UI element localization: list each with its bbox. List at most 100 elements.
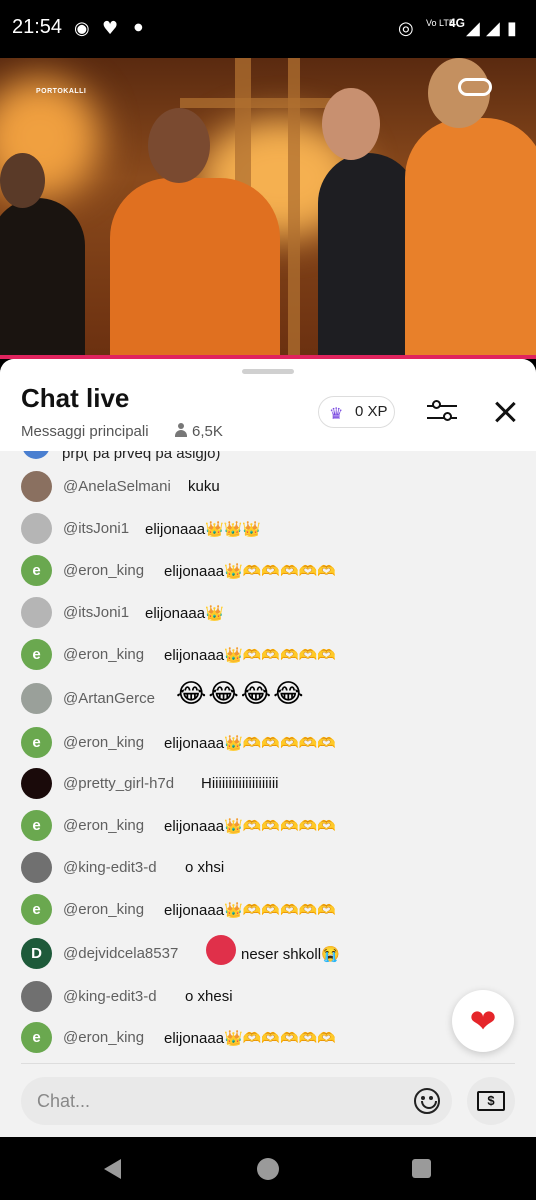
avatar[interactable]: e bbox=[21, 555, 52, 586]
list-item[interactable]: D @dejvidcela8537 neser shkoll😭 bbox=[0, 932, 536, 976]
username[interactable]: @eron_king bbox=[63, 901, 144, 918]
list-item[interactable]: e @eron_king elijonaaa👑🫶🫶🫶🫶🫶 bbox=[0, 723, 536, 763]
avatar[interactable]: e bbox=[21, 727, 52, 758]
message-text: o xhsi bbox=[185, 859, 225, 876]
list-item[interactable]: e @eron_king elijonaaa👑🫶🫶🫶🫶🫶 bbox=[0, 890, 536, 930]
avatar[interactable] bbox=[21, 981, 52, 1012]
username[interactable]: @AnelaSelmani bbox=[63, 478, 171, 495]
person-head bbox=[148, 108, 210, 183]
person-left bbox=[0, 198, 85, 358]
super-chat-button[interactable]: $ bbox=[467, 1077, 515, 1125]
person-head bbox=[0, 153, 45, 208]
dot-icon: ● bbox=[134, 22, 143, 33]
username[interactable]: @pretty_girl-h7d bbox=[63, 775, 174, 792]
chat-header: Chat live Messaggi principali 6,5K ♛ 0 X… bbox=[0, 359, 536, 451]
username[interactable]: @eron_king bbox=[63, 646, 144, 663]
status-bar: 21:54 ◉ ♥ ● ◎ Vo LTE 4G ◢ ◢ ▮ bbox=[0, 0, 536, 58]
username[interactable]: @itsJoni1 bbox=[63, 520, 129, 537]
sticker-icon bbox=[206, 935, 236, 965]
xp-label: 0 XP bbox=[355, 403, 388, 420]
channel-logo: PORTOKALLI bbox=[36, 88, 87, 95]
person-orange bbox=[110, 178, 280, 358]
username[interactable]: @king-edit3-d bbox=[63, 988, 157, 1005]
slider-knob bbox=[432, 400, 441, 409]
list-item[interactable]: @itsJoni1 elijonaaa👑👑👑 bbox=[0, 509, 536, 549]
avatar[interactable]: D bbox=[21, 938, 52, 969]
username[interactable]: @eron_king bbox=[63, 562, 144, 579]
viewer-count-value: 6,5K bbox=[192, 423, 223, 440]
avatar[interactable]: e bbox=[21, 639, 52, 670]
list-item[interactable]: @itsJoni1 elijonaaa👑 bbox=[0, 593, 536, 633]
avatar[interactable] bbox=[21, 768, 52, 799]
messenger-icon: ◉ bbox=[74, 18, 90, 39]
chat-input[interactable] bbox=[37, 1089, 397, 1113]
username[interactable]: @ArtanGerce bbox=[63, 690, 155, 707]
username[interactable]: @dejvidcela8537 bbox=[63, 945, 178, 962]
hotspot-icon: ◎ bbox=[398, 18, 414, 39]
message-text: elijonaaa👑🫶🫶🫶🫶🫶 bbox=[164, 1030, 337, 1047]
signal-icon: ◢ bbox=[466, 18, 480, 39]
message-text: elijonaaa👑 bbox=[145, 605, 224, 622]
message-list[interactable]: prp( pa prveq pa asigjo) @AnelaSelmani k… bbox=[0, 451, 536, 1063]
avatar[interactable]: e bbox=[21, 1022, 52, 1053]
partial-message: prp( pa prveq pa asigjo) bbox=[62, 451, 221, 462]
like-heart-button[interactable]: ❤ bbox=[452, 990, 514, 1052]
message-text: neser shkoll😭 bbox=[241, 946, 340, 963]
drag-handle[interactable] bbox=[242, 369, 294, 374]
username[interactable]: @eron_king bbox=[63, 1029, 144, 1046]
divider bbox=[21, 1063, 515, 1064]
list-item[interactable]: @ArtanGerce 😂😂😂😂 bbox=[0, 677, 536, 721]
message-text: elijonaaa👑🫶🫶🫶🫶🫶 bbox=[164, 735, 337, 752]
message-text: Hiiiiiiiiiiiiiiiiiiii bbox=[201, 775, 279, 792]
network-type: 4G bbox=[449, 16, 466, 30]
username[interactable]: @king-edit3-d bbox=[63, 859, 157, 876]
person-icon bbox=[174, 423, 188, 437]
filter-settings-button[interactable] bbox=[425, 397, 459, 427]
chat-input-container[interactable] bbox=[21, 1077, 452, 1125]
heart-notification-icon: ♥ bbox=[102, 18, 119, 39]
recent-apps-icon[interactable] bbox=[412, 1159, 431, 1178]
avatar[interactable] bbox=[21, 683, 52, 714]
message-text: elijonaaa👑🫶🫶🫶🫶🫶 bbox=[164, 818, 337, 835]
chat-filter-dropdown[interactable]: Messaggi principali bbox=[21, 423, 149, 440]
avatar[interactable] bbox=[21, 471, 52, 502]
avatar[interactable]: e bbox=[21, 810, 52, 841]
message-text: 😂😂😂😂 bbox=[176, 679, 306, 709]
xp-badge[interactable]: ♛ 0 XP bbox=[318, 396, 395, 428]
message-text: elijonaaa👑🫶🫶🫶🫶🫶 bbox=[164, 563, 337, 580]
slider-knob bbox=[443, 412, 452, 421]
person-right bbox=[405, 118, 536, 358]
clock: 21:54 bbox=[12, 16, 63, 38]
battery-icon: ▮ bbox=[507, 18, 517, 39]
video-player[interactable]: PORTOKALLI bbox=[0, 58, 536, 358]
person-head bbox=[322, 88, 380, 160]
list-item[interactable]: e @eron_king elijonaaa👑🫶🫶🫶🫶🫶 bbox=[0, 635, 536, 675]
system-nav-bar bbox=[0, 1137, 536, 1200]
list-item[interactable]: e @eron_king elijonaaa👑🫶🫶🫶🫶🫶 bbox=[0, 551, 536, 591]
money-icon: $ bbox=[477, 1091, 505, 1111]
avatar[interactable] bbox=[21, 597, 52, 628]
page-title: Chat live bbox=[21, 383, 130, 413]
avatar[interactable] bbox=[21, 852, 52, 883]
slider-line bbox=[427, 417, 457, 419]
list-item[interactable]: @AnelaSelmani kuku bbox=[0, 467, 536, 507]
username[interactable]: @itsJoni1 bbox=[63, 604, 129, 621]
back-icon[interactable] bbox=[104, 1159, 121, 1179]
username[interactable]: @eron_king bbox=[63, 734, 144, 751]
message-text: o xhesi bbox=[185, 988, 233, 1005]
crown-icon: ♛ bbox=[329, 406, 344, 423]
emoji-icon[interactable] bbox=[414, 1088, 440, 1114]
list-item[interactable]: e @eron_king elijonaaa👑🫶🫶🫶🫶🫶 bbox=[0, 806, 536, 846]
username[interactable]: @eron_king bbox=[63, 817, 144, 834]
top-channel-logo bbox=[458, 78, 492, 96]
message-text: elijonaaa👑🫶🫶🫶🫶🫶 bbox=[164, 647, 337, 664]
avatar[interactable] bbox=[21, 513, 52, 544]
home-icon[interactable] bbox=[257, 1158, 279, 1180]
close-button[interactable] bbox=[490, 397, 520, 427]
list-item[interactable]: @pretty_girl-h7d Hiiiiiiiiiiiiiiiiiiii bbox=[0, 764, 536, 804]
message-text: kuku bbox=[188, 478, 220, 495]
person-suit bbox=[318, 153, 418, 358]
signal-2-icon: ◢ bbox=[486, 18, 500, 39]
list-item[interactable]: @king-edit3-d o xhsi bbox=[0, 848, 536, 888]
avatar[interactable]: e bbox=[21, 894, 52, 925]
